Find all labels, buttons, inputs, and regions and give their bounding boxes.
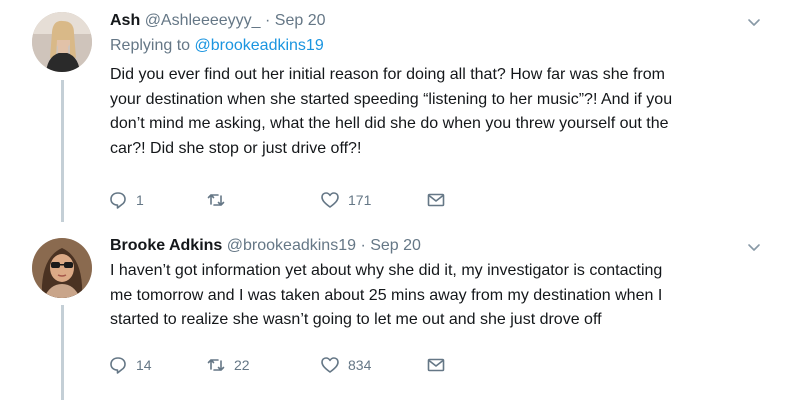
tweet[interactable]: Brooke Adkins @brookeadkins19 · Sep 20 I…	[0, 225, 800, 400]
tweet-text-line: car?! Did she stop or just drive off?!	[110, 139, 362, 157]
tweet-text: Did you ever find out her initial reason…	[110, 63, 760, 161]
tweet-body: Ash @Ashleeeeyyy_ · Sep 20 Replying to @…	[110, 11, 760, 161]
envelope-icon	[427, 358, 445, 372]
reply-count: 1	[136, 192, 144, 208]
display-name[interactable]: Ash	[110, 12, 140, 29]
tweet-text-line: I haven’t got information yet about why …	[110, 262, 663, 279]
tweet-text-line: don’t mind me asking, what the hell did …	[110, 115, 669, 132]
heart-icon	[321, 357, 339, 373]
reply-icon	[110, 192, 126, 209]
chevron-down-icon[interactable]	[746, 239, 762, 255]
thread-connector	[61, 305, 64, 400]
direct-message-button[interactable]	[426, 189, 446, 211]
tweet-text-line: your destination when she started speedi…	[110, 90, 673, 108]
separator-dot: ·	[265, 12, 271, 29]
retweet-icon	[207, 359, 225, 371]
tweet-text: I haven’t got information yet about why …	[110, 259, 760, 333]
separator-dot: ·	[360, 237, 366, 254]
tweet-text-line: Did you ever find out her initial reason…	[110, 66, 665, 83]
retweet-button[interactable]	[206, 189, 234, 211]
reply-button[interactable]: 1	[108, 189, 144, 211]
user-handle[interactable]: @Ashleeeeyyy_	[145, 12, 261, 29]
avatar-image	[32, 12, 92, 72]
tweet-text-line: started to realize she wasn’t going to l…	[110, 311, 602, 328]
tweet-body: Brooke Adkins @brookeadkins19 · Sep 20 I…	[110, 236, 760, 333]
like-count: 834	[348, 357, 372, 373]
tweet-date[interactable]: Sep 20	[370, 237, 421, 254]
direct-message-button[interactable]	[426, 354, 446, 376]
retweet-button[interactable]: 22	[206, 354, 250, 376]
replying-to-label: Replying to	[110, 37, 191, 54]
retweet-icon	[207, 194, 225, 206]
retweet-count: 22	[234, 357, 250, 373]
avatar-image	[32, 238, 92, 298]
like-button[interactable]: 834	[320, 354, 371, 376]
replying-to: Replying to @brookeadkins19	[110, 36, 760, 56]
thread-connector	[61, 80, 64, 222]
tweet-text-line: me tomorrow and I was taken about 25 min…	[110, 286, 663, 304]
reply-count: 14	[136, 357, 152, 373]
display-name[interactable]: Brooke Adkins	[110, 237, 222, 254]
tweet-date[interactable]: Sep 20	[275, 12, 326, 29]
reply-button[interactable]: 14	[108, 354, 152, 376]
tweet-header: Ash @Ashleeeeyyy_ · Sep 20	[110, 11, 760, 31]
replying-to-handle[interactable]: @brookeadkins19	[195, 37, 324, 54]
heart-icon	[321, 192, 339, 208]
chevron-down-icon[interactable]	[746, 14, 762, 30]
tweet[interactable]: Ash @Ashleeeeyyy_ · Sep 20 Replying to @…	[0, 0, 800, 225]
like-count: 171	[348, 192, 372, 208]
reply-icon	[110, 357, 126, 374]
tweet-header: Brooke Adkins @brookeadkins19 · Sep 20	[110, 236, 760, 256]
user-handle[interactable]: @brookeadkins19	[227, 237, 356, 254]
avatar[interactable]	[32, 12, 92, 72]
envelope-icon	[427, 193, 445, 207]
like-button[interactable]: 171	[320, 189, 371, 211]
avatar[interactable]	[32, 238, 92, 298]
